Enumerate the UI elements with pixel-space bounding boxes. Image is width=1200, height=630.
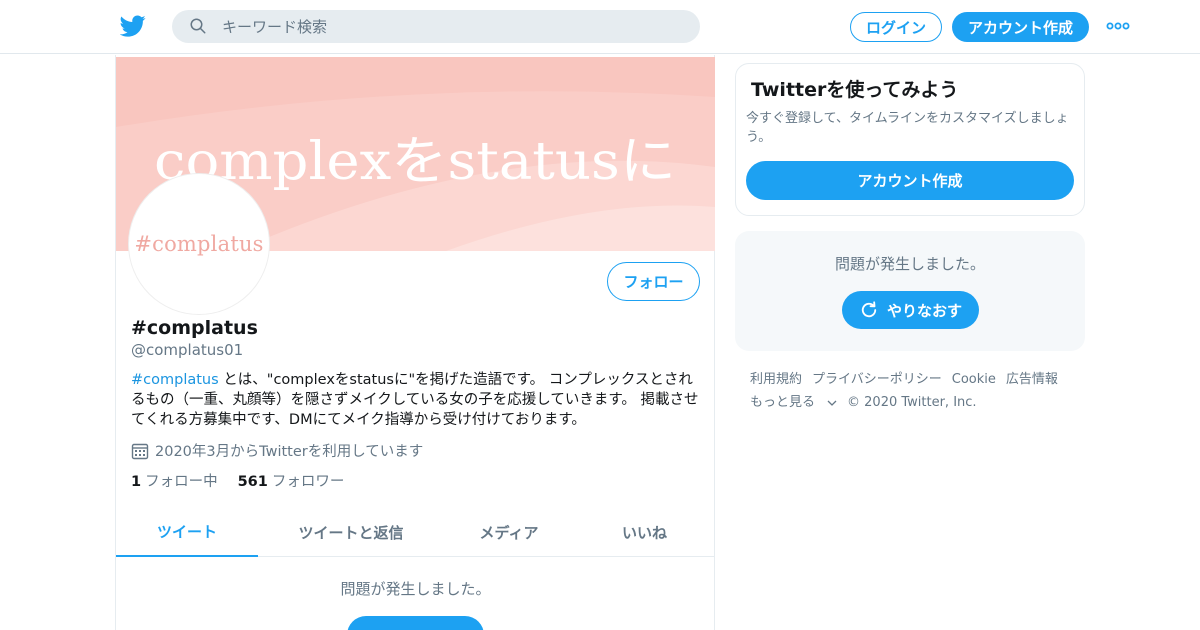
signup-card: Twitterを使ってみよう 今すぐ登録して、タイムラインをカスタマイズしましょ… [735, 63, 1085, 216]
following-count: 1 [131, 474, 142, 490]
footer-link-cookie[interactable]: Cookie [952, 368, 996, 391]
retry-button[interactable]: やりなおす [842, 291, 979, 329]
follow-stats: 1 フォロー中 561 フォロワー [131, 470, 364, 491]
sidebar-error-text: 問題が発生しました。 [834, 255, 985, 273]
footer-link-privacy[interactable]: プライバシーポリシー [812, 368, 942, 391]
search-icon [190, 18, 206, 34]
footer-link-terms[interactable]: 利用規約 [750, 368, 802, 391]
footer-link-ads[interactable]: 広告情報 [1006, 368, 1058, 391]
sidebar-error-card: 問題が発生しました。 やりなおす [735, 231, 1085, 351]
twitter-bird-icon[interactable] [120, 13, 146, 39]
footer-links: 利用規約 プライバシーポリシー Cookie 広告情報 もっと見る © 2020… [750, 368, 1080, 414]
profile-tabs: ツイート ツイートと返信 メディア いいね [116, 507, 715, 557]
joined-date: 2020年3月からTwitterを利用しています [131, 440, 423, 461]
search-input[interactable] [222, 10, 682, 43]
signup-card-title: Twitterを使ってみよう [751, 79, 959, 101]
search-box[interactable] [172, 10, 700, 43]
tab-media[interactable]: メディア [444, 507, 574, 557]
signup-card-description: 今すぐ登録して、タイムラインをカスタマイズしましょう。 [746, 111, 1069, 145]
tab-tweets-and-replies[interactable]: ツイートと返信 [258, 507, 444, 557]
timeline-retry-button[interactable] [347, 616, 484, 630]
joined-text: 2020年3月からTwitterを利用しています [155, 444, 424, 460]
more-dots-icon[interactable] [1106, 19, 1130, 33]
followers-count: 561 [237, 474, 268, 490]
signup-button[interactable]: アカウント作成 [952, 12, 1089, 42]
retry-label: やりなおす [886, 301, 962, 320]
followers-stat[interactable]: 561 フォロワー [238, 470, 345, 491]
avatar-text: #complatus [134, 232, 264, 256]
signup-card-button[interactable]: アカウント作成 [746, 161, 1074, 200]
chevron-down-icon [827, 400, 837, 406]
login-button[interactable]: ログイン [850, 12, 942, 42]
footer-more-button[interactable]: もっと見る [750, 391, 837, 414]
following-label: フォロー中 [145, 474, 218, 490]
profile-column: complexをstatusに #complatus フォロー #complat… [115, 55, 715, 630]
profile-display-name: #complatus [131, 317, 258, 339]
refresh-icon [861, 301, 877, 318]
profile-bio: #complatus とは、"complexをstatusに"を掲げた造語です。… [131, 370, 703, 430]
timeline-error-text: 問題が発生しました。 [340, 580, 491, 598]
top-nav-bar: ログイン アカウント作成 [0, 0, 1200, 54]
footer-copyright: © 2020 Twitter, Inc. [847, 395, 977, 410]
tab-likes[interactable]: いいね [574, 507, 715, 557]
profile-handle[interactable]: @complatus01 [131, 341, 243, 359]
tab-tweets[interactable]: ツイート [116, 507, 258, 557]
followers-label: フォロワー [271, 474, 345, 490]
calendar-icon [131, 443, 149, 459]
bio-hashtag-link[interactable]: #complatus [131, 372, 219, 388]
footer-more-label: もっと見る [750, 395, 816, 410]
follow-button[interactable]: フォロー [607, 262, 700, 301]
avatar[interactable]: #complatus [129, 174, 269, 314]
following-stat[interactable]: 1 フォロー中 [131, 470, 218, 491]
